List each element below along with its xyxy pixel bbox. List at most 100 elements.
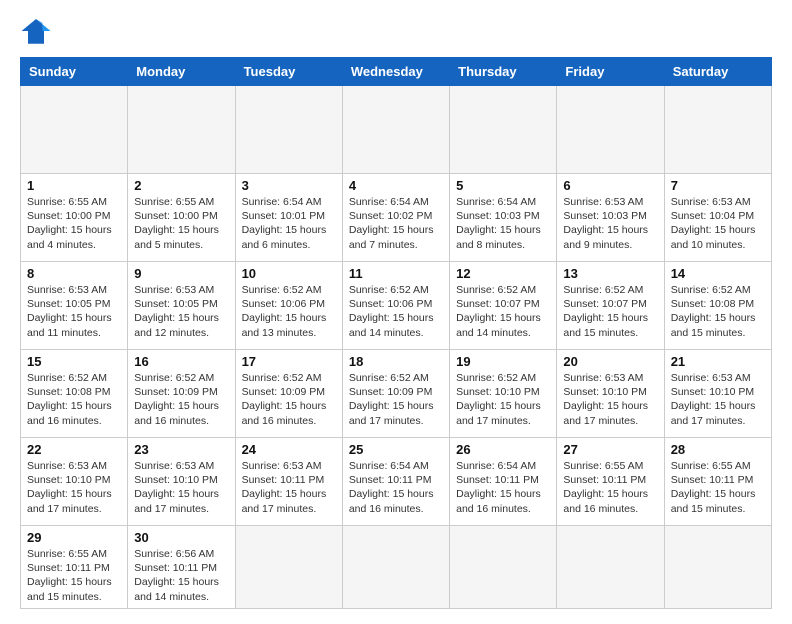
calendar-cell: 15 Sunrise: 6:52 AMSunset: 10:08 PMDaylig… [21, 350, 128, 438]
calendar-cell [450, 86, 557, 174]
cell-info: Sunrise: 6:53 AMSunset: 10:03 PMDaylight… [563, 195, 657, 252]
cell-info: Sunrise: 6:53 AMSunset: 10:11 PMDaylight… [242, 459, 336, 516]
day-number: 13 [563, 266, 657, 281]
day-number: 15 [27, 354, 121, 369]
calendar-cell: 22Sunrise: 6:53 AMSunset: 10:10 PMDaylig… [21, 438, 128, 526]
calendar-cell: 28 Sunrise: 6:55 AMSunset: 10:11 PMDaylig… [664, 438, 771, 526]
cell-info: Sunrise: 6:52 AMSunset: 10:10 PMDaylight… [456, 371, 550, 428]
calendar-cell [235, 526, 342, 609]
cell-info: Sunrise: 6:53 AMSunset: 10:10 PMDaylight… [671, 371, 765, 428]
calendar-week-row [21, 86, 772, 174]
cell-info: Sunrise: 6:55 AMSunset: 10:00 PMDaylight… [27, 195, 121, 252]
day-number: 21 [671, 354, 765, 369]
day-number: 6 [563, 178, 657, 193]
calendar-cell [342, 86, 449, 174]
header [20, 15, 772, 47]
calendar-cell: 11 Sunrise: 6:52 AMSunset: 10:06 PMDaylig… [342, 262, 449, 350]
cell-info: Sunrise: 6:53 AMSunset: 10:05 PMDaylight… [134, 283, 228, 340]
cell-info: Sunrise: 6:53 AMSunset: 10:05 PMDaylight… [27, 283, 121, 340]
calendar-cell [342, 526, 449, 609]
calendar-week-row: 22Sunrise: 6:53 AMSunset: 10:10 PMDaylig… [21, 438, 772, 526]
cell-info: Sunrise: 6:52 AMSunset: 10:08 PMDaylight… [671, 283, 765, 340]
cell-info: Sunrise: 6:53 AMSunset: 10:10 PMDaylight… [563, 371, 657, 428]
day-number: 18 [349, 354, 443, 369]
calendar-week-row: 8 Sunrise: 6:53 AMSunset: 10:05 PMDayligh… [21, 262, 772, 350]
cell-info: Sunrise: 6:52 AMSunset: 10:09 PMDaylight… [242, 371, 336, 428]
calendar-cell: 23Sunrise: 6:53 AMSunset: 10:10 PMDaylig… [128, 438, 235, 526]
calendar-cell [235, 86, 342, 174]
cell-info: Sunrise: 6:54 AMSunset: 10:02 PMDaylight… [349, 195, 443, 252]
cell-info: Sunrise: 6:52 AMSunset: 10:06 PMDaylight… [242, 283, 336, 340]
day-number: 1 [27, 178, 121, 193]
calendar-cell [557, 526, 664, 609]
calendar-header-friday: Friday [557, 58, 664, 86]
calendar-cell: 26 Sunrise: 6:54 AMSunset: 10:11 PMDaylig… [450, 438, 557, 526]
cell-info: Sunrise: 6:54 AMSunset: 10:11 PMDaylight… [456, 459, 550, 516]
day-number: 16 [134, 354, 228, 369]
cell-info: Sunrise: 6:53 AMSunset: 10:10 PMDaylight… [27, 459, 121, 516]
day-number: 11 [349, 266, 443, 281]
cell-info: Sunrise: 6:52 AMSunset: 10:06 PMDaylight… [349, 283, 443, 340]
calendar-cell: 20 Sunrise: 6:53 AMSunset: 10:10 PMDaylig… [557, 350, 664, 438]
day-number: 26 [456, 442, 550, 457]
calendar-cell: 16 Sunrise: 6:52 AMSunset: 10:09 PMDaylig… [128, 350, 235, 438]
cell-info: Sunrise: 6:55 AMSunset: 10:11 PMDaylight… [671, 459, 765, 516]
calendar-cell: 8 Sunrise: 6:53 AMSunset: 10:05 PMDayligh… [21, 262, 128, 350]
cell-info: Sunrise: 6:55 AMSunset: 10:00 PMDaylight… [134, 195, 228, 252]
calendar-cell: 29 Sunrise: 6:55 AMSunset: 10:11 PMDaylig… [21, 526, 128, 609]
calendar-cell: 10 Sunrise: 6:52 AMSunset: 10:06 PMDaylig… [235, 262, 342, 350]
calendar-cell: 5Sunrise: 6:54 AMSunset: 10:03 PMDayligh… [450, 174, 557, 262]
calendar-header-row: SundayMondayTuesdayWednesdayThursdayFrid… [21, 58, 772, 86]
day-number: 30 [134, 530, 228, 545]
day-number: 7 [671, 178, 765, 193]
cell-info: Sunrise: 6:52 AMSunset: 10:07 PMDaylight… [456, 283, 550, 340]
calendar-header-monday: Monday [128, 58, 235, 86]
day-number: 2 [134, 178, 228, 193]
cell-info: Sunrise: 6:52 AMSunset: 10:09 PMDaylight… [134, 371, 228, 428]
calendar-cell: 4 Sunrise: 6:54 AMSunset: 10:02 PMDayligh… [342, 174, 449, 262]
cell-info: Sunrise: 6:55 AMSunset: 10:11 PMDaylight… [563, 459, 657, 516]
day-number: 12 [456, 266, 550, 281]
day-number: 14 [671, 266, 765, 281]
logo [20, 15, 56, 47]
calendar-header-sunday: Sunday [21, 58, 128, 86]
cell-info: Sunrise: 6:55 AMSunset: 10:11 PMDaylight… [27, 547, 121, 604]
cell-info: Sunrise: 6:56 AMSunset: 10:11 PMDaylight… [134, 547, 228, 604]
cell-info: Sunrise: 6:54 AMSunset: 10:11 PMDaylight… [349, 459, 443, 516]
calendar-cell: 21 Sunrise: 6:53 AMSunset: 10:10 PMDaylig… [664, 350, 771, 438]
calendar-cell [21, 86, 128, 174]
calendar-header-saturday: Saturday [664, 58, 771, 86]
day-number: 28 [671, 442, 765, 457]
calendar-cell: 2 Sunrise: 6:55 AMSunset: 10:00 PMDayligh… [128, 174, 235, 262]
day-number: 20 [563, 354, 657, 369]
calendar-cell: 6 Sunrise: 6:53 AMSunset: 10:03 PMDayligh… [557, 174, 664, 262]
calendar-cell: 13 Sunrise: 6:52 AMSunset: 10:07 PMDaylig… [557, 262, 664, 350]
calendar-header-wednesday: Wednesday [342, 58, 449, 86]
page-container: SundayMondayTuesdayWednesdayThursdayFrid… [0, 0, 792, 624]
day-number: 3 [242, 178, 336, 193]
calendar-cell [664, 86, 771, 174]
day-number: 29 [27, 530, 121, 545]
day-number: 27 [563, 442, 657, 457]
calendar-cell: 18Sunrise: 6:52 AMSunset: 10:09 PMDaylig… [342, 350, 449, 438]
calendar-cell: 14 Sunrise: 6:52 AMSunset: 10:08 PMDaylig… [664, 262, 771, 350]
day-number: 4 [349, 178, 443, 193]
calendar-header-thursday: Thursday [450, 58, 557, 86]
cell-info: Sunrise: 6:54 AMSunset: 10:01 PMDaylight… [242, 195, 336, 252]
day-number: 10 [242, 266, 336, 281]
calendar-week-row: 15 Sunrise: 6:52 AMSunset: 10:08 PMDaylig… [21, 350, 772, 438]
calendar-cell: 30 Sunrise: 6:56 AMSunset: 10:11 PMDaylig… [128, 526, 235, 609]
day-number: 23 [134, 442, 228, 457]
calendar-cell [128, 86, 235, 174]
calendar-cell [557, 86, 664, 174]
calendar-cell: 17Sunrise: 6:52 AMSunset: 10:09 PMDaylig… [235, 350, 342, 438]
day-number: 25 [349, 442, 443, 457]
calendar-table: SundayMondayTuesdayWednesdayThursdayFrid… [20, 57, 772, 609]
calendar-cell: 1 Sunrise: 6:55 AMSunset: 10:00 PMDayligh… [21, 174, 128, 262]
day-number: 24 [242, 442, 336, 457]
day-number: 8 [27, 266, 121, 281]
cell-info: Sunrise: 6:52 AMSunset: 10:08 PMDaylight… [27, 371, 121, 428]
cell-info: Sunrise: 6:52 AMSunset: 10:07 PMDaylight… [563, 283, 657, 340]
calendar-cell: 9Sunrise: 6:53 AMSunset: 10:05 PMDayligh… [128, 262, 235, 350]
calendar-cell: 25 Sunrise: 6:54 AMSunset: 10:11 PMDaylig… [342, 438, 449, 526]
